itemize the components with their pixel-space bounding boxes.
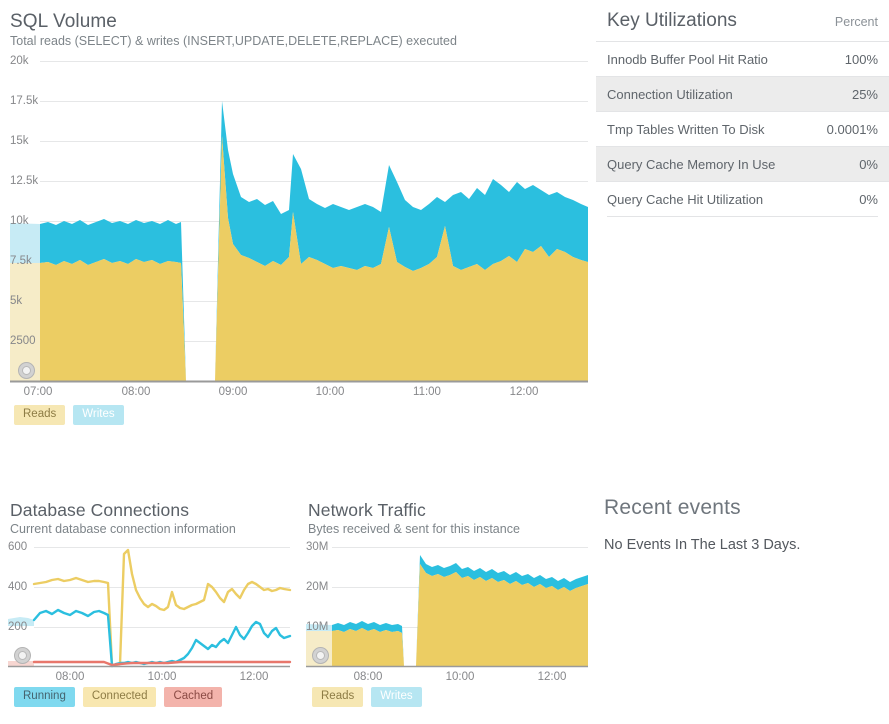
row-value: 25% <box>851 86 878 102</box>
x-tick-0800: 08:00 <box>353 671 383 683</box>
network-traffic-panel: Network Traffic Bytes received & sent fo… <box>298 495 594 724</box>
row-label: Tmp Tables Written To Disk <box>607 121 765 137</box>
x-tick-1100: 11:00 <box>413 386 441 398</box>
y-tick-7_5k: 7.5k <box>10 255 32 267</box>
gridlines <box>34 547 290 628</box>
sql-volume-chart[interactable]: 20k 17.5k 15k 12.5k 10k 7.5k 5k 2500 07:… <box>0 52 596 398</box>
database-connections-panel: Database Connections Current database co… <box>0 495 296 724</box>
row-value: 0% <box>859 191 878 207</box>
table-row[interactable]: Innodb Buffer Pool Hit Ratio 100% <box>596 41 889 76</box>
dbconn-connected-line <box>32 548 292 667</box>
y-tick-20m: 20M <box>306 581 329 593</box>
database-connections-svg <box>8 547 292 668</box>
row-label: Connection Utilization <box>607 86 733 102</box>
key-utilizations-panel: Key Utilizations Percent Innodb Buffer P… <box>596 0 889 232</box>
dashboard-page: SQL Volume Total reads (SELECT) & writes… <box>0 0 889 724</box>
row-value: 0% <box>859 156 878 172</box>
recent-events-title: Recent events <box>604 496 741 519</box>
key-utilizations-column-header: Percent <box>834 15 878 29</box>
legend-chip-writes[interactable]: Writes <box>371 687 422 707</box>
sql-volume-svg <box>10 61 588 383</box>
database-connections-subtitle: Current database connection information <box>10 522 236 536</box>
x-axis-labels: 07:00 08:00 09:00 10:00 11:00 12:00 <box>0 386 596 406</box>
network-traffic-chart[interactable]: 30M 20M 10M 08:00 10:00 12:00 <box>298 538 594 683</box>
y-tick-10m: 10M <box>306 621 329 633</box>
y-tick-10k: 10k <box>10 215 29 227</box>
table-row[interactable]: Query Cache Hit Utilization 0% <box>596 181 889 216</box>
y-tick-400: 400 <box>8 581 28 593</box>
x-tick-1000: 10:00 <box>147 671 177 683</box>
row-value: 0.0001% <box>826 121 878 137</box>
y-tick-600: 600 <box>8 541 28 553</box>
legend-chip-connected[interactable]: Connected <box>82 687 157 707</box>
x-tick-1000: 10:00 <box>315 386 345 398</box>
x-tick-1000: 10:00 <box>445 671 475 683</box>
database-connections-header: Database Connections Current database co… <box>10 499 236 537</box>
x-tick-0800: 08:00 <box>55 671 85 683</box>
legend-chip-reads[interactable]: Reads <box>14 405 66 425</box>
sql-volume-panel: SQL Volume Total reads (SELECT) & writes… <box>0 0 596 432</box>
y-tick-5k: 5k <box>10 295 23 307</box>
database-connections-chart[interactable]: 600 400 200 08:00 10:00 12:00 <box>0 538 296 683</box>
table-row[interactable]: Tmp Tables Written To Disk 0.0001% <box>596 111 889 146</box>
page-title: SQL Volume <box>10 11 117 32</box>
drag-handle-icon[interactable] <box>312 647 329 664</box>
dbconn-cached-line <box>32 660 292 667</box>
x-tick-1200: 12:00 <box>537 671 567 683</box>
row-label: Innodb Buffer Pool Hit Ratio <box>607 51 768 67</box>
table-bottom-divider <box>607 216 878 217</box>
sql-volume-subtitle: Total reads (SELECT) & writes (INSERT,UP… <box>10 34 457 48</box>
y-tick-20k: 20k <box>10 55 29 67</box>
x-tick-0900: 09:00 <box>218 386 248 398</box>
x-tick-1200: 12:00 <box>239 671 269 683</box>
legend-chip-reads[interactable]: Reads <box>312 687 364 707</box>
network-traffic-svg <box>306 547 588 668</box>
y-tick-30m: 30M <box>306 541 329 553</box>
network-traffic-title: Network Traffic <box>308 500 426 520</box>
recent-events-message: No Events In The Last 3 Days. <box>604 537 801 553</box>
x-tick-0800: 08:00 <box>121 386 151 398</box>
y-tick-2500: 2500 <box>10 335 36 347</box>
drag-handle-icon[interactable] <box>18 362 35 379</box>
database-connections-legend: Running Connected Cached <box>14 687 223 707</box>
legend-chip-cached[interactable]: Cached <box>164 687 223 707</box>
network-traffic-subtitle: Bytes received & sent for this instance <box>308 522 520 536</box>
sql-volume-legend: Reads Writes <box>14 405 124 425</box>
network-traffic-header: Network Traffic Bytes received & sent fo… <box>308 499 520 537</box>
y-tick-17_5k: 17.5k <box>10 95 39 107</box>
x-tick-0700: 07:00 <box>23 386 53 398</box>
sql-volume-header: SQL Volume Total reads (SELECT) & writes… <box>10 11 457 49</box>
y-tick-12_5k: 12.5k <box>10 175 39 187</box>
table-row[interactable]: Connection Utilization 25% <box>596 76 889 111</box>
row-label: Query Cache Hit Utilization <box>607 191 764 207</box>
dbconn-running-line <box>32 608 292 668</box>
x-tick-1200: 12:00 <box>509 386 539 398</box>
y-tick-200: 200 <box>8 621 28 633</box>
table-row[interactable]: Query Cache Memory In Use 0% <box>596 146 889 181</box>
network-traffic-legend: Reads Writes <box>312 687 422 707</box>
row-value: 100% <box>844 51 878 67</box>
key-utilizations-header: Key Utilizations Percent <box>596 0 889 41</box>
recent-events-panel: Recent events No Events In The Last 3 Da… <box>596 488 889 608</box>
legend-chip-writes[interactable]: Writes <box>73 405 124 425</box>
row-label: Query Cache Memory In Use <box>607 156 776 172</box>
key-utilizations-title: Key Utilizations <box>607 10 737 31</box>
legend-chip-running[interactable]: Running <box>14 687 75 707</box>
database-connections-title: Database Connections <box>10 500 190 520</box>
y-tick-15k: 15k <box>10 135 29 147</box>
drag-handle-icon[interactable] <box>14 647 31 664</box>
